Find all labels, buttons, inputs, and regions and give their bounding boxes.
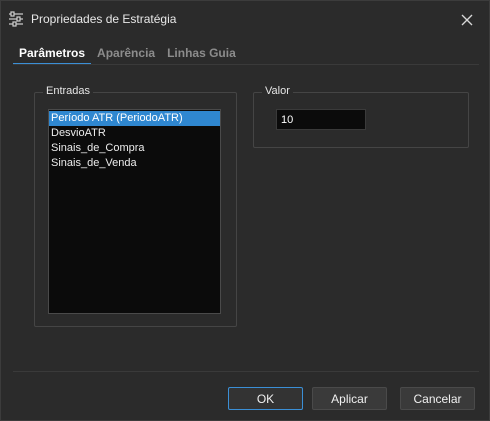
list-item[interactable]: DesvioATR: [49, 126, 220, 141]
tab-linhas-guia[interactable]: Linhas Guia: [161, 45, 242, 65]
valor-group-title: Valor: [262, 85, 293, 97]
close-icon: [461, 14, 473, 26]
valor-group: Valor: [253, 85, 469, 148]
tab-parametros[interactable]: Parâmetros: [13, 45, 92, 65]
window-title: Propriedades de Estratégia: [31, 12, 177, 26]
tab-divider: [13, 64, 479, 65]
list-item[interactable]: Período ATR (PeriodoATR): [49, 111, 220, 126]
entradas-listbox[interactable]: Período ATR (PeriodoATR) DesvioATR Sinai…: [48, 109, 221, 314]
value-input[interactable]: [276, 109, 366, 130]
footer-divider: [13, 371, 479, 372]
list-item[interactable]: Sinais_de_Compra: [49, 141, 220, 156]
close-button[interactable]: [451, 5, 483, 35]
strategy-properties-dialog: Propriedades de Estratégia Parâmetros Ap…: [0, 0, 490, 421]
entradas-group: Entradas Período ATR (PeriodoATR) Desvio…: [34, 85, 237, 327]
cancel-button[interactable]: Cancelar: [400, 387, 475, 410]
title-bar: Propriedades de Estratégia: [1, 1, 489, 37]
sliders-icon: [8, 11, 24, 27]
entradas-group-title: Entradas: [43, 85, 94, 97]
ok-button[interactable]: OK: [228, 387, 303, 410]
tab-aparencia[interactable]: Aparência: [91, 45, 161, 65]
list-item[interactable]: Sinais_de_Venda: [49, 156, 220, 171]
apply-button[interactable]: Aplicar: [312, 387, 387, 410]
